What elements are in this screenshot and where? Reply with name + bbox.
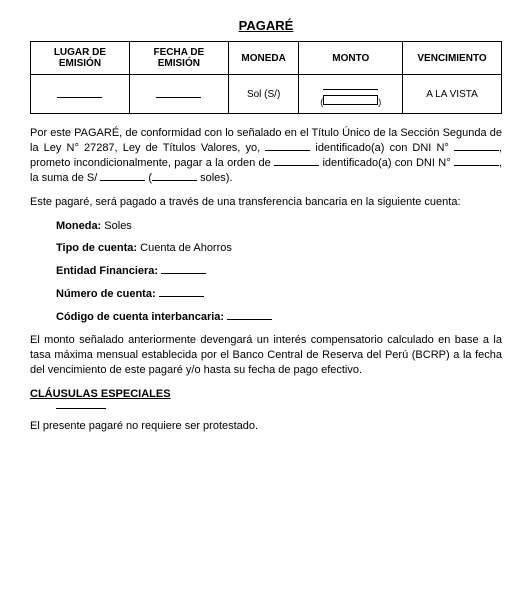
- td-fecha: [129, 75, 228, 114]
- short-rule: [56, 408, 106, 409]
- header-table: LUGAR DE EMISIÓN FECHA DE EMISIÓN MONEDA…: [30, 41, 502, 114]
- th-lugar: LUGAR DE EMISIÓN: [31, 42, 130, 75]
- row-entidad: Entidad Financiera:: [56, 264, 502, 277]
- td-lugar: [31, 75, 130, 114]
- th-venc: VENCIMIENTO: [403, 42, 502, 75]
- blank-field: [100, 171, 145, 181]
- blank-field: [265, 141, 310, 151]
- blank-field: [161, 264, 206, 274]
- blank-field: [152, 171, 197, 181]
- th-fecha: FECHA DE EMISIÓN: [129, 42, 228, 75]
- paragraph-3: El monto señalado anteriormente devengar…: [30, 333, 502, 378]
- row-numero: Número de cuenta:: [56, 287, 502, 300]
- row-cci: Código de cuenta interbancaria:: [56, 310, 502, 323]
- td-moneda: Sol (S/): [228, 75, 299, 114]
- paragraph-1: Por este PAGARÉ, de conformidad con lo s…: [30, 126, 502, 185]
- td-monto: (): [299, 75, 403, 114]
- blank-field: [454, 141, 499, 151]
- document-title: PAGARÉ: [30, 18, 502, 33]
- monto-box: [323, 95, 378, 105]
- blank-field: [274, 156, 319, 166]
- blank-field: [156, 88, 201, 98]
- blank-field: [159, 287, 204, 297]
- th-moneda: MONEDA: [228, 42, 299, 75]
- paragraph-4: El presente pagaré no requiere ser prote…: [30, 419, 502, 434]
- blank-field: [454, 156, 499, 166]
- clauses-heading: CLÁUSULAS ESPECIALES: [30, 388, 502, 400]
- paragraph-2: Este pagaré, será pagado a través de una…: [30, 195, 502, 210]
- th-monto: MONTO: [299, 42, 403, 75]
- blank-field: [57, 88, 102, 98]
- row-tipo: Tipo de cuenta: Cuenta de Ahorros: [56, 242, 502, 254]
- td-venc: A LA VISTA: [403, 75, 502, 114]
- account-details: Moneda: Soles Tipo de cuenta: Cuenta de …: [30, 220, 502, 323]
- blank-field: [227, 310, 272, 320]
- row-moneda: Moneda: Soles: [56, 220, 502, 232]
- blank-field: [323, 80, 378, 90]
